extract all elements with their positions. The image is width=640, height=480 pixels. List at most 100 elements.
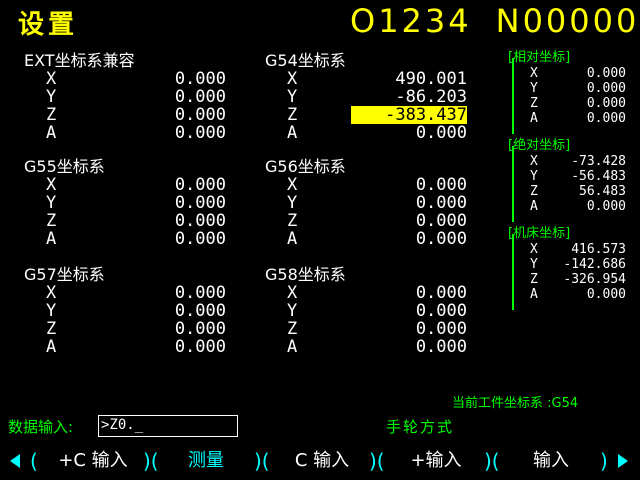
softkey-measure[interactable]: 测量 <box>166 446 246 476</box>
softkey-plus-input[interactable]: +输入 <box>394 446 478 476</box>
axis-value: 0.000 <box>174 319 226 339</box>
bracket-left-icon: ( <box>30 449 38 473</box>
data-input-field[interactable]: >Z0._ <box>98 415 238 437</box>
coord-row-y[interactable]: Y 0.000 <box>24 88 254 106</box>
panel-title: [相对坐标] <box>508 50 571 65</box>
coord-block-g57: G57坐标系 X 0.000 Y 0.000 Z 0.000 A 0.000 <box>24 265 254 357</box>
axis-label: X <box>46 69 57 89</box>
axis-value: 0.000 <box>174 337 226 357</box>
machine-coord-panel: [机床坐标] X 416.573 Y -142.686 Z -326.954 A 0.0… <box>508 226 630 310</box>
panel-title: [绝对坐标] <box>508 138 571 153</box>
axis-value: 0.000 <box>415 301 467 321</box>
axis-label: Y <box>530 81 538 96</box>
coord-row-x[interactable]: X 490.001 <box>265 70 495 88</box>
coord-row-x[interactable]: X 0.000 <box>24 70 254 88</box>
coord-row-z[interactable]: Z 0.000 <box>265 320 495 338</box>
sequence-number: N00000 <box>495 2 640 40</box>
axis-value: 490.001 <box>395 69 467 89</box>
axis-label: Z <box>530 96 538 111</box>
relative-coord-panel: [相对坐标] X 0.000 Y 0.000 Z 0.000 A 0.000 <box>508 50 630 134</box>
axis-label: X <box>46 175 57 195</box>
coord-row-z[interactable]: Z 0.000 <box>24 320 254 338</box>
coord-row-x[interactable]: X 0.000 <box>24 284 254 302</box>
axis-value: 56.483 <box>579 184 626 199</box>
axis-label: A <box>530 111 538 126</box>
coord-row-a[interactable]: A 0.000 <box>24 124 254 142</box>
axis-value: 0.000 <box>586 111 626 126</box>
block-title: G56坐标系 <box>265 157 346 176</box>
coord-row-z[interactable]: Z 0.000 <box>24 106 254 124</box>
axis-value: -86.203 <box>395 87 467 107</box>
axis-label: X <box>46 283 57 303</box>
panel-row-a: A 0.000 <box>508 287 630 302</box>
coord-row-a[interactable]: A 0.000 <box>265 338 495 356</box>
axis-label: X <box>530 66 538 81</box>
coord-block-g56: G56坐标系 X 0.000 Y 0.000 Z 0.000 A 0.000 <box>265 157 495 249</box>
axis-value: 0.000 <box>586 81 626 96</box>
panel-title: [机床坐标] <box>508 226 571 241</box>
axis-label: Z <box>46 319 57 339</box>
axis-label: X <box>287 283 298 303</box>
axis-value: 0.000 <box>586 287 626 302</box>
panel-row-y: Y -142.686 <box>508 257 630 272</box>
axis-label: X <box>530 242 538 257</box>
axis-value: 0.000 <box>586 96 626 111</box>
axis-label: Z <box>46 211 57 231</box>
block-title: G54坐标系 <box>265 51 346 70</box>
coord-row-z[interactable]: Z 0.000 <box>265 212 495 230</box>
axis-label: Y <box>46 193 57 213</box>
bracket-icon: )( <box>484 449 500 473</box>
panel-row-z: Z 56.483 <box>508 184 630 199</box>
block-title: G57坐标系 <box>24 265 105 284</box>
axis-value: -142.686 <box>563 257 626 272</box>
coord-row-a[interactable]: A 0.000 <box>24 338 254 356</box>
arrow-right-icon[interactable] <box>618 454 628 468</box>
coord-row-y[interactable]: Y 0.000 <box>24 302 254 320</box>
axis-label: A <box>287 123 298 143</box>
program-number: O1234 N00000 <box>350 2 639 40</box>
coord-row-z-selected[interactable]: Z -383.437 <box>265 106 495 124</box>
softkey-input[interactable]: 输入 <box>506 446 596 476</box>
axis-label: Y <box>287 87 298 107</box>
coord-block-ext: EXT坐标系兼容 X 0.000 Y 0.000 Z 0.000 A 0.000 <box>24 52 254 143</box>
panel-row-x: X 0.000 <box>508 66 630 81</box>
axis-value: 0.000 <box>586 66 626 81</box>
bracket-icon: )( <box>143 449 159 473</box>
coord-row-x[interactable]: X 0.000 <box>24 176 254 194</box>
axis-value: -56.483 <box>571 169 626 184</box>
bracket-icon: )( <box>254 449 270 473</box>
coord-row-x[interactable]: X 0.000 <box>265 176 495 194</box>
bracket-icon: )( <box>369 449 385 473</box>
axis-label: A <box>46 123 57 143</box>
coord-row-y[interactable]: Y -86.203 <box>265 88 495 106</box>
axis-value: 0.000 <box>174 69 226 89</box>
screen-title: 设置 <box>18 10 79 40</box>
coord-row-x[interactable]: X 0.000 <box>265 284 495 302</box>
axis-label: Z <box>287 105 298 125</box>
coord-row-y[interactable]: Y 0.000 <box>24 194 254 212</box>
axis-label: Z <box>530 272 538 287</box>
panel-row-x: X -73.428 <box>508 154 630 169</box>
softkey-c-input[interactable]: C 输入 <box>278 446 366 476</box>
panel-row-a: A 0.000 <box>508 199 630 214</box>
axis-label: A <box>46 337 57 357</box>
coord-row-y[interactable]: Y 0.000 <box>265 194 495 212</box>
coord-row-a[interactable]: A 0.000 <box>265 230 495 248</box>
panel-row-z: Z 0.000 <box>508 96 630 111</box>
coord-row-y[interactable]: Y 0.000 <box>265 302 495 320</box>
coord-block-g58: G58坐标系 X 0.000 Y 0.000 Z 0.000 A 0.000 <box>265 266 495 357</box>
softkey-plus-c-input[interactable]: +C 输入 <box>44 446 142 476</box>
axis-label: Z <box>530 184 538 199</box>
axis-value: 0.000 <box>174 123 226 143</box>
arrow-left-icon[interactable] <box>10 454 20 468</box>
coord-row-a[interactable]: A 0.000 <box>24 230 254 248</box>
panel-row-a: A 0.000 <box>508 111 630 126</box>
current-wcs-label: 当前工件坐标系 :G54 <box>452 396 579 411</box>
axis-label: Y <box>46 301 57 321</box>
coord-row-z[interactable]: Z 0.000 <box>24 212 254 230</box>
coord-row-a[interactable]: A 0.000 <box>265 124 495 142</box>
axis-label: Z <box>287 319 298 339</box>
panel-row-y: Y -56.483 <box>508 169 630 184</box>
axis-value: 0.000 <box>415 193 467 213</box>
axis-label: A <box>46 229 57 249</box>
